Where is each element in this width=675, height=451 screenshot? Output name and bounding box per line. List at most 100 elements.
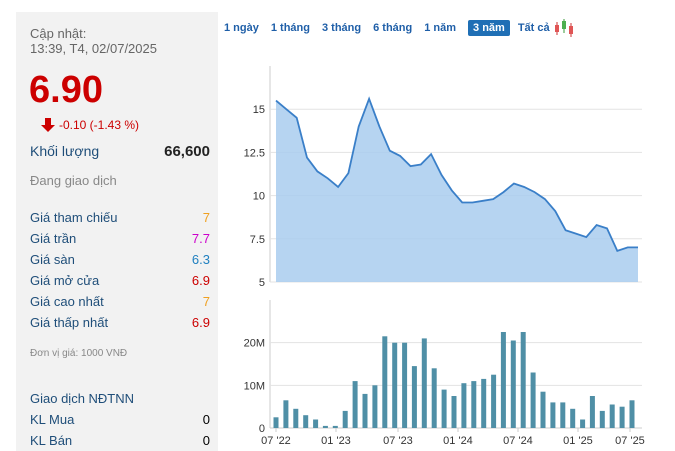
updated-label: Cập nhật: (30, 26, 87, 41)
price-row-value: 7.7 (191, 231, 210, 246)
tab-all[interactable]: Tất cả (518, 22, 550, 34)
price-row-low: Giá thấp nhất 6.9 (30, 315, 210, 330)
volume-bar (550, 402, 556, 428)
volume-tick-label: 10M (244, 380, 265, 392)
volume-bar (322, 425, 328, 428)
volume-bars (273, 332, 635, 428)
volume-bar (580, 419, 586, 428)
foreign-sell-label: KL Bán (30, 433, 73, 448)
volume-bar (352, 381, 358, 428)
price-grid (270, 108, 642, 283)
volume-bar (570, 408, 576, 428)
volume-bar (411, 366, 417, 428)
price-tick-label: 10 (253, 191, 265, 203)
price-row-label: Giá thấp nhất (30, 315, 109, 330)
volume-bar (530, 372, 536, 428)
price-row-floor: Giá sàn 6.3 (30, 252, 210, 267)
volume-bar (421, 338, 427, 428)
volume-bar (609, 404, 615, 428)
volume-tick-label: 20M (244, 338, 265, 350)
date-x-ticks: 07 '22 01 '23 07 '23 01 '24 07 '24 01 '25 07 '… (261, 428, 645, 447)
price-tick-label: 12.5 (244, 147, 265, 159)
volume-bar (481, 378, 487, 428)
tab-1-month[interactable]: 1 tháng (271, 22, 310, 34)
price-row-high: Giá cao nhất 7 (30, 294, 210, 309)
date-tick-label: 07 '22 (261, 435, 291, 447)
tab-3-months[interactable]: 3 tháng (322, 22, 361, 34)
price-row-label: Giá mở cửa (30, 273, 100, 288)
volume-bar (283, 400, 289, 428)
price-row-value: 7 (202, 210, 210, 225)
volume-bar (520, 332, 526, 428)
volume-bar (599, 410, 605, 428)
date-tick-label: 07 '25 (615, 435, 645, 447)
price-area (276, 98, 638, 282)
period-tabs: 1 ngày 1 tháng 3 tháng 6 tháng 1 năm 3 n… (224, 18, 575, 38)
volume-bar (441, 389, 447, 428)
volume-bar (431, 368, 437, 428)
tab-6-months[interactable]: 6 tháng (373, 22, 412, 34)
change-value: -0.10 (-1.43 %) (59, 118, 140, 132)
updated-time: 13:39, T4, 02/07/2025 (30, 41, 157, 56)
price-row-ceiling: Giá trần 7.7 (30, 231, 210, 246)
tab-3-years[interactable]: 3 năm (468, 20, 510, 36)
trading-status: Đang giao dịch (30, 173, 117, 188)
price-row-label: Giá sàn (30, 252, 75, 267)
foreign-sell-value: 0 (202, 433, 210, 448)
date-tick-label: 01 '24 (443, 435, 473, 447)
volume-bar (451, 396, 457, 428)
volume-row: Khối lượng 66,600 (30, 143, 210, 160)
quote-panel: Cập nhật: 13:39, T4, 02/07/2025 6.90 -0.… (16, 12, 218, 451)
volume-label: Khối lượng (30, 143, 100, 159)
price-row-label: Giá trần (30, 231, 77, 246)
volume-bar (491, 374, 497, 428)
volume-bar (293, 408, 299, 428)
tab-1-day[interactable]: 1 ngày (224, 22, 259, 34)
volume-bar (392, 342, 398, 428)
price-tick-label: 7.5 (250, 234, 265, 246)
price-y-ticks: 15 12.5 10 7.5 5 (244, 104, 265, 289)
volume-bar (471, 381, 477, 428)
volume-bar (342, 410, 348, 428)
price-row-label: Giá cao nhất (30, 294, 104, 309)
price-tick-label: 5 (259, 277, 265, 289)
price-change: -0.10 (-1.43 %) (40, 117, 139, 133)
volume-bar (362, 393, 368, 428)
volume-bar (332, 425, 338, 428)
price-row-label: Giá tham chiếu (30, 210, 118, 225)
date-tick-label: 01 '25 (563, 435, 593, 447)
volume-bar (560, 402, 566, 428)
down-arrow-icon (41, 118, 55, 132)
price-row-value: 7 (202, 294, 210, 309)
price-row-value: 6.9 (191, 315, 210, 330)
price-unit-note: Đơn vị giá: 1000 VNĐ (30, 348, 128, 359)
foreign-sell-row: KL Bán 0 (30, 433, 210, 448)
date-tick-label: 01 '23 (321, 435, 351, 447)
price-row-reference: Giá tham chiếu 7 (30, 210, 210, 225)
candlestick-icon[interactable] (553, 18, 575, 38)
current-price: 6.90 (29, 69, 103, 111)
price-row-open: Giá mở cửa 6.9 (30, 273, 210, 288)
price-row-value: 6.9 (191, 273, 210, 288)
date-tick-label: 07 '23 (383, 435, 413, 447)
foreign-trading-title: Giao dịch NĐTNN (30, 391, 135, 406)
volume-bar (629, 400, 635, 428)
volume-bar (382, 336, 388, 428)
volume-bar (313, 419, 319, 428)
volume-bar (273, 417, 279, 428)
foreign-buy-row: KL Mua 0 (30, 412, 210, 427)
volume-bar (461, 383, 467, 428)
volume-y-ticks: 20M 10M 0 (244, 338, 265, 435)
volume-tick-label: 0 (259, 423, 265, 435)
foreign-buy-label: KL Mua (30, 412, 75, 427)
volume-grid (270, 342, 642, 386)
volume-bar (500, 332, 506, 428)
price-tick-label: 15 (253, 104, 265, 116)
volume-bar (540, 391, 546, 428)
volume-bar (510, 340, 516, 428)
volume-bar (372, 385, 378, 428)
date-tick-label: 07 '24 (503, 435, 533, 447)
tab-1-year[interactable]: 1 năm (424, 22, 456, 34)
volume-value: 66,600 (164, 143, 210, 160)
price-row-value: 6.3 (191, 252, 210, 267)
